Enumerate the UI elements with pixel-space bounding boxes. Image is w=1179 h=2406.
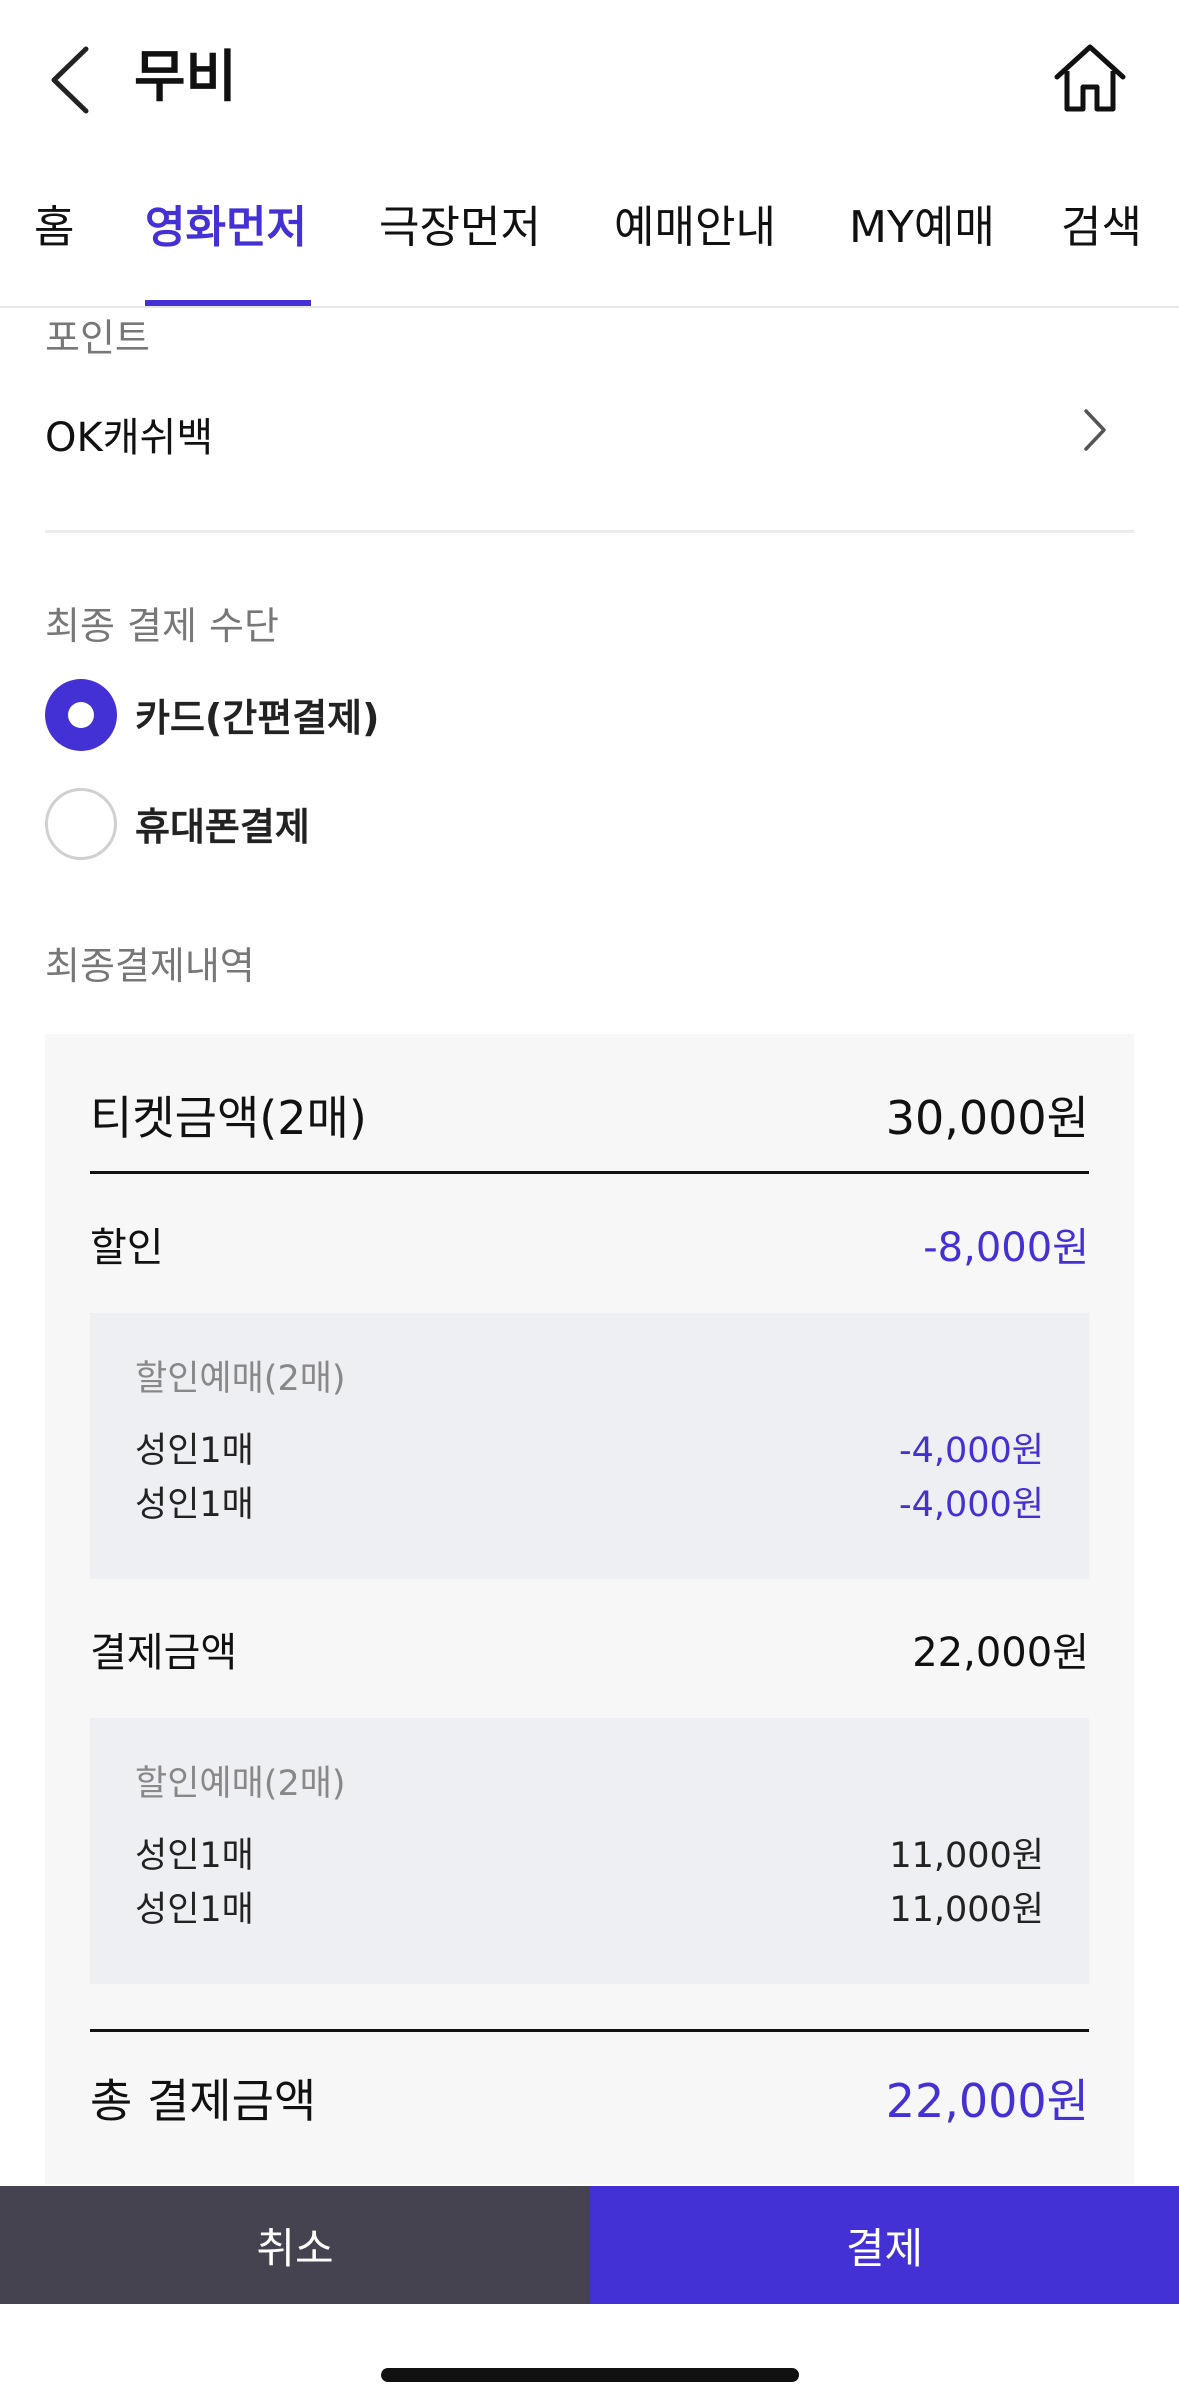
mobile-radio[interactable] (45, 788, 117, 860)
tab-search[interactable]: 검색 (1061, 196, 1142, 260)
tab-bar: 홈 영화먼저 극장먼저 예매안내 MY예매 검색 (0, 180, 1179, 308)
chevron-right-icon[interactable] (1080, 405, 1110, 455)
home-button[interactable] (1050, 38, 1130, 118)
discount-row: 할인 -8,000원 (90, 1212, 1089, 1276)
ticket-amount-row: 티켓금액(2매) 30,000원 (90, 1080, 1089, 1150)
ticket-amount-label: 티켓금액(2매) (90, 1091, 367, 1145)
card-radio[interactable] (45, 679, 117, 751)
home-indicator[interactable] (381, 2368, 799, 2382)
cancel-button[interactable]: 취소 (0, 2186, 590, 2304)
pay-detail-heading: 할인예매(2매) (135, 1764, 346, 1804)
detail-value: -4,000원 (898, 1431, 1044, 1471)
tab-booking-guide[interactable]: 예매안내 (614, 196, 776, 260)
home-icon (1054, 44, 1126, 112)
detail-label: 성인1매 (135, 1431, 254, 1471)
detail-label: 성인1매 (135, 1485, 254, 1525)
detail-value: 11,000원 (889, 1890, 1044, 1930)
tab-theater-first[interactable]: 극장먼저 (379, 196, 541, 260)
ticket-amount-value: 30,000원 (885, 1091, 1089, 1145)
tab-home[interactable]: 홈 (34, 196, 74, 260)
app-header: 무비 (0, 0, 1179, 160)
card-option-label[interactable]: 카드(간편결제) (135, 688, 380, 748)
mobile-option-label[interactable]: 휴대폰결제 (135, 797, 310, 857)
active-tab-indicator (145, 300, 311, 306)
page-title: 무비 (134, 45, 238, 110)
discount-detail-heading: 할인예매(2매) (135, 1359, 346, 1399)
divider (90, 2029, 1089, 2032)
tab-my-booking[interactable]: MY예매 (849, 196, 995, 260)
discount-detail-row: 성인1매 -4,000원 (135, 1425, 1044, 1477)
bottom-action-bar: 취소 결제 (0, 2186, 1179, 2304)
total-amount-value: 22,000원 (885, 2074, 1089, 2128)
payment-summary-panel: 티켓금액(2매) 30,000원 할인 -8,000원 할인예매(2매) 성인1… (45, 1034, 1134, 2184)
pay-amount-row: 결제금액 22,000원 (90, 1617, 1089, 1681)
discount-value: -8,000원 (923, 1225, 1089, 1271)
final-summary-label: 최종결제내역 (45, 944, 255, 988)
pay-button[interactable]: 결제 (590, 2186, 1179, 2304)
divider (45, 530, 1134, 533)
discount-detail-box: 할인예매(2매) 성인1매 -4,000원 성인1매 -4,000원 (90, 1313, 1089, 1579)
detail-value: 11,000원 (889, 1836, 1044, 1876)
pay-amount-value: 22,000원 (912, 1630, 1089, 1676)
payment-method-label: 최종 결제 수단 (45, 604, 279, 648)
discount-label: 할인 (90, 1225, 164, 1271)
point-section-label: 포인트 (45, 316, 150, 360)
pay-detail-row: 성인1매 11,000원 (135, 1884, 1044, 1936)
discount-detail-row: 성인1매 -4,000원 (135, 1479, 1044, 1531)
divider (90, 1171, 1089, 1174)
pay-detail-box: 할인예매(2매) 성인1매 11,000원 성인1매 11,000원 (90, 1718, 1089, 1984)
tab-movie-first[interactable]: 영화먼저 (145, 196, 307, 260)
pay-amount-label: 결제금액 (90, 1630, 238, 1676)
total-amount-label: 총 결제금액 (90, 2074, 317, 2128)
detail-label: 성인1매 (135, 1836, 254, 1876)
detail-value: -4,000원 (898, 1485, 1044, 1525)
okcashbag-label[interactable]: OK캐쉬백 (45, 408, 213, 468)
detail-label: 성인1매 (135, 1890, 254, 1930)
pay-detail-row: 성인1매 11,000원 (135, 1830, 1044, 1882)
chevron-left-icon (51, 46, 89, 114)
total-amount-row: 총 결제금액 22,000원 (90, 2060, 1089, 2136)
back-button[interactable] (40, 40, 100, 120)
